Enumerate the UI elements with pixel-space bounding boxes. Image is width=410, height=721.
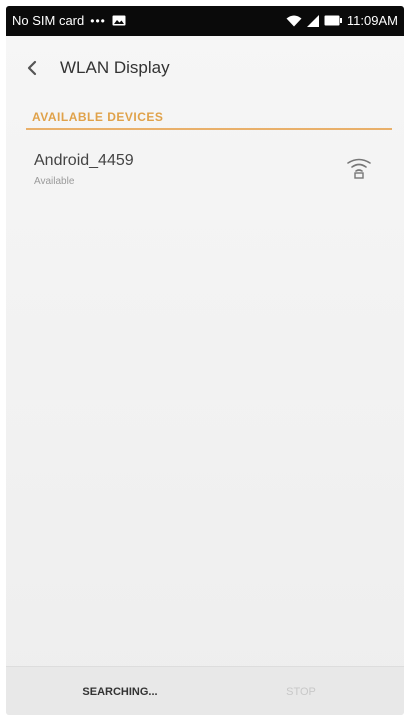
battery-icon [324, 15, 342, 26]
notification-dots: ••• [90, 13, 106, 28]
image-icon [112, 15, 126, 26]
phone-screen: No SIM card ••• 11:09AM WLAN Display AVA… [6, 6, 404, 715]
page-title: WLAN Display [60, 58, 170, 77]
section-divider [26, 128, 392, 130]
signal-icon [306, 14, 319, 27]
carrier-label: No SIM card [12, 13, 85, 28]
device-status: Available [34, 176, 75, 187]
stop-button[interactable]: STOP [226, 681, 376, 703]
status-left: No SIM card ••• [12, 13, 126, 28]
section-header-available-devices: AVAILABLE DEVICES [32, 110, 164, 124]
device-list-item[interactable]: Android_4459 Available [6, 142, 404, 206]
chevron-left-icon [26, 60, 38, 76]
status-right: 11:09AM [286, 13, 398, 28]
status-bar: No SIM card ••• 11:09AM [6, 6, 404, 36]
device-name: Android_4459 [34, 152, 134, 169]
searching-button[interactable]: SEARCHING... [40, 681, 200, 703]
back-button[interactable] [20, 56, 44, 80]
clock: 11:09AM [346, 13, 398, 28]
action-bar: WLAN Display [6, 36, 404, 100]
wifi-icon [286, 15, 302, 27]
bottom-action-bar: SEARCHING... STOP [6, 666, 404, 715]
wireless-display-icon [346, 158, 372, 180]
